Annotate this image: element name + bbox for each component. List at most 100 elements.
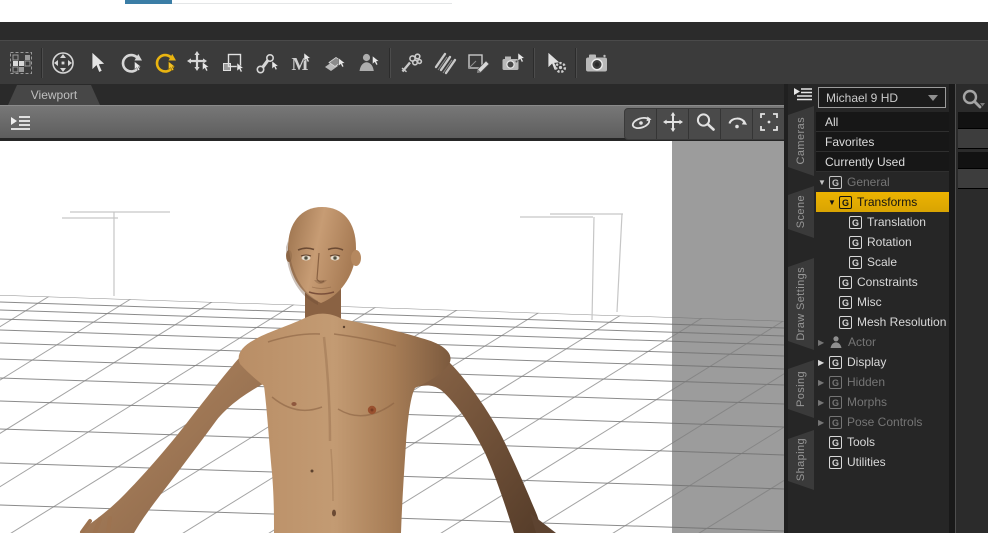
tree-item-rotation[interactable]: G Rotation	[816, 232, 949, 252]
tree-item-hidden[interactable]: ▶ G Hidden	[816, 372, 949, 392]
rotate-cursor-icon[interactable]	[115, 47, 147, 79]
compass-arrows-icon[interactable]	[47, 47, 79, 79]
hatch-strokes-icon[interactable]	[429, 47, 461, 79]
camera-cursor-icon[interactable]	[497, 47, 529, 79]
frame-corners-button[interactable]	[752, 109, 784, 139]
filter-all[interactable]: All	[816, 112, 949, 132]
chevron-down-icon	[928, 94, 938, 101]
tab-viewport[interactable]: Viewport	[8, 85, 100, 105]
tree-item-translation[interactable]: G Translation	[816, 212, 949, 232]
bone-cursor-icon[interactable]	[251, 47, 283, 79]
tree-item-actor[interactable]: ▶ Actor	[816, 332, 949, 352]
tree-item-constraints[interactable]: G Constraints	[816, 272, 949, 292]
clipped-parameter-tile	[958, 152, 988, 169]
tree-item-label: Morphs	[847, 395, 888, 409]
filter-label: All	[825, 114, 839, 129]
frame-corners-icon	[758, 111, 780, 138]
tree-item-morphs[interactable]: ▶ G Morphs	[816, 392, 949, 412]
menu-bar-strip	[0, 22, 988, 40]
expander-right-icon[interactable]: ▶	[818, 398, 829, 407]
expander-right-icon[interactable]: ▶	[818, 358, 829, 367]
group-icon: G	[829, 355, 842, 369]
magnifier-icon	[694, 111, 716, 138]
tree-item-label: Mesh Resolution	[857, 315, 947, 329]
expander-right-icon[interactable]: ▶	[818, 338, 829, 347]
layers-cursor-icon[interactable]	[319, 47, 351, 79]
group-icon: G	[839, 295, 852, 309]
filter-currently-used[interactable]: Currently Used	[816, 152, 949, 172]
viewport-toolbar	[0, 105, 785, 141]
pane-tab-cameras[interactable]: Cameras	[788, 106, 814, 176]
scale-boxes-cursor-icon[interactable]	[217, 47, 249, 79]
group-icon: G	[839, 195, 852, 209]
letter-m-cursor-icon[interactable]: M	[285, 47, 317, 79]
browser-tab-accent	[125, 0, 172, 4]
tree-item-scale[interactable]: G Scale	[816, 252, 949, 272]
expander-down-icon[interactable]: ▼	[828, 198, 839, 207]
tree-item-general[interactable]: ▼ G General	[816, 172, 949, 192]
clipped-parameters-panel	[956, 84, 988, 533]
clipped-parameter-tile	[958, 129, 988, 149]
actor-icon	[829, 335, 843, 349]
filter-label: Favorites	[825, 134, 875, 149]
tree-item-utilities[interactable]: G Utilities	[816, 452, 949, 472]
swing-arrow-button[interactable]	[720, 109, 752, 139]
tree-item-misc[interactable]: G Misc	[816, 292, 949, 312]
group-icon: G	[829, 175, 842, 189]
pane-tab-posing[interactable]: Posing	[788, 360, 814, 418]
cursor-gear-icon[interactable]	[539, 47, 571, 79]
figure-selector-dropdown[interactable]: Michael 9 HD	[818, 87, 946, 108]
pan-arrows-icon	[662, 111, 684, 138]
pan-arrows-button[interactable]	[656, 109, 688, 139]
blocks-grid-icon[interactable]	[5, 47, 37, 79]
tree-item-pose-controls[interactable]: ▶ G Pose Controls	[816, 412, 949, 432]
viewport-tab-bar: Viewport	[0, 84, 785, 105]
spray-icon[interactable]	[395, 47, 427, 79]
person-cursor-icon[interactable]	[353, 47, 385, 79]
viewport-canvas[interactable]	[0, 141, 784, 533]
group-icon: G	[829, 375, 842, 389]
toolbar-separator	[389, 47, 391, 78]
group-icon: G	[829, 415, 842, 429]
pane-tab-shaping[interactable]: Shaping	[788, 430, 814, 490]
tree-item-label: Tools	[847, 435, 876, 449]
browser-tab-hairline	[172, 3, 452, 4]
filter-favorites[interactable]: Favorites	[816, 132, 949, 152]
swing-arrow-icon	[726, 111, 748, 138]
pane-tab-scene[interactable]: Scene	[788, 186, 814, 238]
pane-tab-label: Posing	[795, 370, 807, 408]
expander-down-icon[interactable]: ▼	[818, 178, 829, 187]
panel-scrollbar[interactable]	[949, 84, 956, 533]
camera-controls-group	[624, 108, 785, 140]
toolbar-separator	[575, 47, 577, 78]
expander-right-icon[interactable]: ▶	[818, 378, 829, 387]
parameter-group-tree: ▼ G General ▼ G Transforms G Translation G Rotati…	[816, 172, 949, 472]
dock-menu-button[interactable]	[792, 85, 814, 103]
group-icon: G	[849, 215, 862, 229]
group-icon: G	[829, 455, 842, 469]
tree-item-display[interactable]: ▶ G Display	[816, 352, 949, 372]
magnifier-button[interactable]	[688, 109, 720, 139]
toolbar-separator	[41, 47, 43, 78]
image-pencil-icon[interactable]	[463, 47, 495, 79]
tree-item-tools[interactable]: G Tools	[816, 432, 949, 452]
clipped-parameter-tile	[958, 112, 988, 129]
figure-michael9	[80, 207, 556, 533]
parameter-filter-list: All Favorites Currently Used	[816, 112, 949, 172]
tree-item-transforms[interactable]: ▼ G Transforms	[816, 192, 949, 212]
orbit-button[interactable]	[625, 109, 656, 139]
move-arrows-cursor-icon[interactable]	[183, 47, 215, 79]
pane-tab-draw-settings[interactable]: Draw Settings	[788, 258, 814, 350]
cursor-icon[interactable]	[81, 47, 113, 79]
tree-item-mesh-resolution[interactable]: G Mesh Resolution	[816, 312, 949, 332]
pane-tab-label: Scene	[795, 195, 807, 229]
viewport-menu-button[interactable]	[8, 112, 32, 134]
expander-right-icon[interactable]: ▶	[818, 418, 829, 427]
group-icon: G	[839, 275, 852, 289]
pane-tab-label: Draw Settings	[795, 267, 807, 341]
group-icon: G	[829, 435, 842, 449]
daz-studio-window: M Viewport Michael 9 HD All Favorites Cu…	[0, 0, 988, 533]
camera-icon[interactable]	[581, 47, 613, 79]
parameter-search-button[interactable]	[960, 87, 986, 111]
rotate-active-icon[interactable]	[149, 47, 181, 79]
